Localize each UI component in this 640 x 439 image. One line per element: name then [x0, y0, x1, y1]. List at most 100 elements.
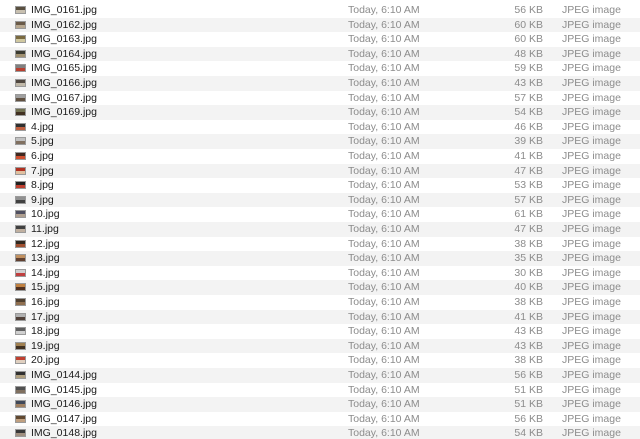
file-row[interactable]: 18.jpg Today, 6:10 AM 43 KB JPEG image — [0, 324, 640, 339]
jpeg-thumbnail-icon — [15, 137, 26, 146]
file-kind: JPEG image — [562, 412, 621, 425]
jpeg-thumbnail-icon — [15, 385, 26, 394]
file-name[interactable]: 10.jpg — [31, 207, 60, 222]
file-size: 53 KB — [514, 179, 543, 192]
file-date-modified: Today, 6:10 AM — [348, 33, 420, 46]
file-date-modified: Today, 6:10 AM — [348, 266, 420, 279]
file-row[interactable]: IMG_0145.jpg Today, 6:10 AM 51 KB JPEG imag… — [0, 382, 640, 398]
file-size: 59 KB — [514, 62, 543, 75]
file-name[interactable]: IMG_0169.jpg — [31, 105, 97, 120]
file-kind: JPEG image — [562, 91, 621, 104]
jpeg-thumbnail-icon — [15, 20, 26, 29]
jpeg-thumbnail-icon — [15, 327, 26, 336]
file-row[interactable]: 11.jpg Today, 6:10 AM 47 KB JPEG image — [0, 222, 640, 237]
file-row[interactable]: IMG_0165.jpg Today, 6:10 AM 59 KB JPEG imag… — [0, 61, 640, 76]
file-name[interactable]: 15.jpg — [31, 280, 60, 295]
file-date-modified: Today, 6:10 AM — [348, 369, 420, 381]
file-row[interactable]: IMG_0147.jpg Today, 6:10 AM 56 KB JPEG imag… — [0, 411, 640, 427]
file-row[interactable]: 10.jpg Today, 6:10 AM 61 KB JPEG image — [0, 207, 640, 222]
file-name[interactable]: IMG_0145.jpg — [31, 383, 97, 398]
file-row[interactable]: 7.jpg Today, 6:10 AM 47 KB JPEG image — [0, 163, 640, 179]
file-name[interactable]: 12.jpg — [31, 237, 60, 252]
file-row[interactable]: 12.jpg Today, 6:10 AM 38 KB JPEG image — [0, 236, 640, 252]
file-date-modified: Today, 6:10 AM — [348, 135, 420, 148]
file-row[interactable]: 9.jpg Today, 6:10 AM 57 KB JPEG image — [0, 192, 640, 208]
file-name[interactable]: 11.jpg — [31, 222, 59, 237]
file-size: 43 KB — [514, 325, 543, 338]
file-name[interactable]: IMG_0161.jpg — [31, 3, 97, 18]
file-name[interactable]: 7.jpg — [31, 164, 54, 179]
file-row[interactable]: IMG_0166.jpg Today, 6:10 AM 43 KB JPEG imag… — [0, 76, 640, 91]
file-name[interactable]: IMG_0164.jpg — [31, 47, 97, 62]
file-row[interactable]: 16.jpg Today, 6:10 AM 38 KB JPEG image — [0, 295, 640, 310]
file-row[interactable]: 17.jpg Today, 6:10 AM 41 KB JPEG image — [0, 309, 640, 325]
file-name[interactable]: IMG_0148.jpg — [31, 426, 97, 439]
file-row[interactable]: 13.jpg Today, 6:10 AM 35 KB JPEG image — [0, 251, 640, 266]
file-name[interactable]: 9.jpg — [31, 193, 54, 208]
jpeg-thumbnail-icon — [15, 225, 26, 233]
file-size: 57 KB — [514, 193, 543, 206]
file-kind: JPEG image — [562, 164, 621, 177]
file-kind: JPEG image — [562, 77, 621, 89]
jpeg-thumbnail-icon — [15, 341, 26, 350]
file-row[interactable]: IMG_0161.jpg Today, 6:10 AM 56 KB JPEG imag… — [0, 3, 640, 18]
file-name[interactable]: 20.jpg — [31, 353, 60, 368]
file-name[interactable]: 18.jpg — [31, 324, 60, 339]
file-row[interactable]: 19.jpg Today, 6:10 AM 43 KB JPEG image — [0, 338, 640, 354]
file-name[interactable]: IMG_0147.jpg — [31, 412, 97, 427]
file-row[interactable]: IMG_0148.jpg Today, 6:10 AM 54 KB JPEG imag… — [0, 426, 640, 439]
file-date-modified: Today, 6:10 AM — [348, 325, 420, 338]
file-row[interactable]: IMG_0169.jpg Today, 6:10 AM 54 KB JPEG imag… — [0, 105, 640, 120]
file-kind: JPEG image — [562, 120, 621, 133]
file-kind: JPEG image — [562, 281, 621, 294]
file-row[interactable]: 8.jpg Today, 6:10 AM 53 KB JPEG image — [0, 178, 640, 193]
file-name[interactable]: 6.jpg — [31, 149, 54, 164]
file-size: 41 KB — [514, 150, 543, 162]
file-size: 41 KB — [514, 310, 543, 323]
file-name[interactable]: 4.jpg — [31, 120, 54, 135]
file-name[interactable]: 16.jpg — [31, 295, 60, 310]
file-kind: JPEG image — [562, 179, 621, 192]
file-row[interactable]: 15.jpg Today, 6:10 AM 40 KB JPEG image — [0, 280, 640, 295]
file-row[interactable]: IMG_0164.jpg Today, 6:10 AM 48 KB JPEG imag… — [0, 46, 640, 62]
file-kind: JPEG image — [562, 237, 621, 250]
file-kind: JPEG image — [562, 62, 621, 75]
file-row[interactable]: 5.jpg Today, 6:10 AM 39 KB JPEG image — [0, 134, 640, 149]
file-name[interactable]: IMG_0166.jpg — [31, 76, 97, 91]
file-kind: JPEG image — [562, 266, 621, 279]
file-date-modified: Today, 6:10 AM — [348, 4, 420, 16]
file-row[interactable]: IMG_0146.jpg Today, 6:10 AM 51 KB JPEG imag… — [0, 397, 640, 412]
file-date-modified: Today, 6:10 AM — [348, 91, 420, 104]
file-name[interactable]: 17.jpg — [31, 310, 60, 325]
file-name[interactable]: 14.jpg — [31, 266, 60, 281]
file-kind: JPEG image — [562, 135, 621, 148]
jpeg-thumbnail-icon — [15, 356, 26, 365]
file-name[interactable]: IMG_0146.jpg — [31, 397, 97, 412]
file-row[interactable]: IMG_0144.jpg Today, 6:10 AM 56 KB JPEG imag… — [0, 368, 640, 383]
file-row[interactable]: 4.jpg Today, 6:10 AM 46 KB JPEG image — [0, 119, 640, 135]
file-name[interactable]: IMG_0165.jpg — [31, 61, 97, 76]
file-size: 47 KB — [514, 223, 543, 235]
file-date-modified: Today, 6:10 AM — [348, 18, 420, 31]
file-row[interactable]: 14.jpg Today, 6:10 AM 30 KB JPEG image — [0, 265, 640, 281]
file-size: 43 KB — [514, 77, 543, 89]
file-row[interactable]: 6.jpg Today, 6:10 AM 41 KB JPEG image — [0, 149, 640, 164]
jpeg-thumbnail-icon — [15, 283, 26, 292]
file-kind: JPEG image — [562, 339, 621, 352]
file-kind: JPEG image — [562, 296, 621, 308]
file-row[interactable]: IMG_0167.jpg Today, 6:10 AM 57 KB JPEG imag… — [0, 90, 640, 106]
file-row[interactable]: 20.jpg Today, 6:10 AM 38 KB JPEG image — [0, 353, 640, 368]
file-name[interactable]: 8.jpg — [31, 178, 54, 193]
file-row[interactable]: IMG_0162.jpg Today, 6:10 AM 60 KB JPEG imag… — [0, 17, 640, 33]
file-date-modified: Today, 6:10 AM — [348, 383, 420, 396]
file-row[interactable]: IMG_0163.jpg Today, 6:10 AM 60 KB JPEG imag… — [0, 32, 640, 47]
file-name[interactable]: IMG_0163.jpg — [31, 32, 97, 47]
file-name[interactable]: 19.jpg — [31, 339, 60, 354]
file-name[interactable]: IMG_0167.jpg — [31, 91, 97, 106]
file-name[interactable]: 5.jpg — [31, 134, 54, 149]
file-kind: JPEG image — [562, 18, 621, 31]
file-name[interactable]: IMG_0144.jpg — [31, 368, 97, 383]
file-name[interactable]: IMG_0162.jpg — [31, 18, 97, 33]
file-name[interactable]: 13.jpg — [31, 251, 60, 266]
file-date-modified: Today, 6:10 AM — [348, 296, 420, 308]
